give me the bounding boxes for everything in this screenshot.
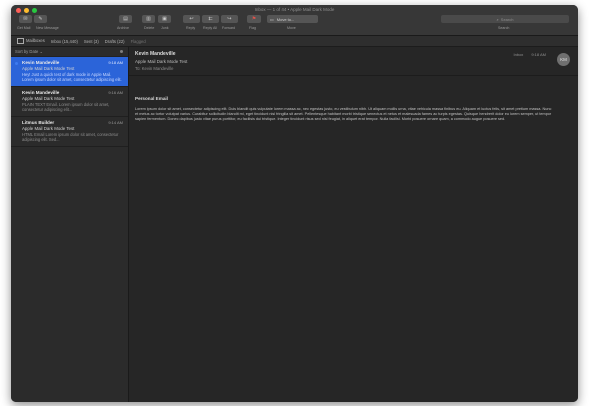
forward-icon: ↪ (227, 16, 232, 22)
list-item[interactable]: Kevin Mandeville 9:18 AM Apple Mail Dark… (11, 57, 128, 87)
reply-all-icon: ⇇ (208, 16, 213, 22)
search-label: Search (498, 26, 510, 30)
message-subject: Apple Mail Dark Mode Test (22, 96, 75, 101)
message-viewer: Kevin Mandeville Apple Mail Dark Mode Te… (129, 47, 578, 402)
sidebar-toggle-icon (17, 38, 24, 44)
search-icon: ⌕ (496, 16, 499, 22)
reply-all-label: Reply All (203, 26, 217, 30)
new-message-button[interactable]: ✎ (34, 15, 47, 23)
viewer-meta: Inbox 9:18 AM (514, 52, 546, 57)
favorite-flagged[interactable]: Flagged (131, 39, 146, 44)
favorite-inbox[interactable]: Inbox (15,440) (51, 39, 78, 44)
new-message-label: New Message (36, 26, 59, 30)
window-title: Inbox — 1 of 44 • Apple Mail Dark Mode (254, 7, 335, 12)
envelope-icon: ✉ (23, 16, 28, 22)
archive-icon: ▤ (123, 16, 128, 22)
flag-label: Flag (249, 26, 256, 30)
message-subject: Apple Mail Dark Mode Test (22, 66, 75, 71)
list-item[interactable]: Kevin Mandeville 9:16 AM Apple Mail Dark… (11, 87, 128, 117)
message-preview: Hey! Just a quick test of dark mode in A… (22, 71, 122, 82)
message-time: 9:18 AM (108, 60, 123, 65)
reply-icon: ↩ (189, 16, 194, 22)
delete-button[interactable]: ▥ (142, 15, 155, 23)
message-subject: Apple Mail Dark Mode Test (22, 126, 75, 131)
flag-button[interactable]: ⚑ (247, 15, 261, 23)
viewer-recipient: To: Kevin Mandeville (135, 66, 174, 71)
archive-button[interactable]: ▤ (119, 15, 132, 23)
favorite-label: Mailboxes (26, 38, 45, 44)
message-preview: HTML Email Lorem ipsum dolor sit amet, c… (22, 131, 119, 142)
move-label: Move (287, 26, 296, 30)
favorite-mailboxes[interactable]: Mailboxes (17, 38, 45, 44)
get-mail-button[interactable]: ✉ (19, 15, 32, 23)
message-list: Sort by Date ⌄ Kevin Mandeville 9:18 AM … (11, 47, 129, 402)
viewer-subject: Apple Mail Dark Mode Test (135, 59, 188, 64)
junk-label: Junk (161, 26, 169, 30)
viewer-time: 9:18 AM (531, 52, 546, 57)
viewer-sender: Kevin Mandeville (135, 51, 176, 57)
sort-control[interactable]: Sort by Date ⌄ (15, 49, 43, 54)
move-select-value: Move to... (276, 16, 295, 22)
list-item[interactable]: Litmus Builder 9:14 AM Apple Mail Dark M… (11, 117, 128, 147)
junk-button[interactable]: ▣ (158, 15, 171, 23)
compose-icon: ✎ (38, 16, 43, 22)
filter-icon[interactable] (120, 50, 123, 53)
get-mail-label: Get Mail (17, 26, 31, 30)
message-time: 9:16 AM (108, 90, 123, 95)
forward-label: Forward (222, 26, 236, 30)
move-icon: ▭ (270, 16, 274, 22)
email-body-title: Personal Email (135, 96, 168, 101)
toolbar: Inbox — 1 of 44 • Apple Mail Dark Mode ✉… (11, 5, 578, 36)
unread-dot-icon (15, 62, 18, 65)
delete-label: Delete (144, 26, 155, 30)
reply-label: Reply (186, 26, 196, 30)
move-select[interactable]: ▭ Move to... (267, 15, 318, 23)
archive-label: Archive (117, 26, 129, 30)
viewer-mailbox[interactable]: Inbox (514, 52, 524, 57)
sort-bar: Sort by Date ⌄ (11, 47, 128, 57)
message-preview: PLAIN TEXT Email. Lorem ipsum dolor sit … (22, 101, 110, 112)
search-placeholder: Search (500, 16, 514, 22)
reply-button[interactable]: ↩ (183, 15, 200, 23)
junk-icon: ▣ (162, 16, 167, 22)
favorite-drafts[interactable]: Drafts (22) (105, 39, 125, 44)
mail-window: Inbox — 1 of 44 • Apple Mail Dark Mode ✉… (11, 5, 578, 402)
message-header: Kevin Mandeville Apple Mail Dark Mode Te… (129, 47, 578, 76)
avatar: KM (557, 53, 570, 66)
forward-button[interactable]: ↪ (221, 15, 238, 23)
flag-icon: ⚑ (251, 16, 257, 22)
favorite-sent[interactable]: Sent (3) (84, 39, 99, 44)
reply-all-button[interactable]: ⇇ (202, 15, 219, 23)
search-input[interactable]: ⌕ Search (441, 15, 569, 23)
trash-icon: ▥ (146, 16, 151, 22)
favorites-bar: Mailboxes Inbox (15,440) Sent (3) Drafts… (11, 36, 578, 47)
email-body-text: Lorem ipsum dolor sit amet, consectetur … (135, 107, 552, 121)
message-time: 9:14 AM (108, 120, 123, 125)
